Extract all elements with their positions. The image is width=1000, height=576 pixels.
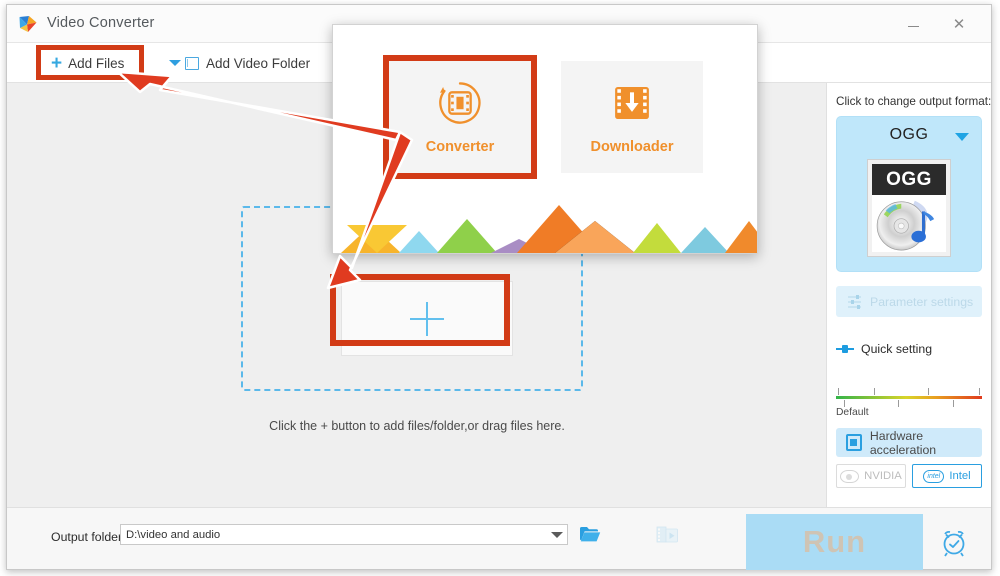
gpu-option-nvidia[interactable]: NVIDIA bbox=[836, 464, 906, 488]
output-folder-input[interactable]: D:\video and audio bbox=[120, 524, 568, 545]
quality-slider-track bbox=[836, 396, 982, 399]
dropzone-hint: Click the + button to add files/folder,o… bbox=[269, 419, 565, 433]
run-label: Run bbox=[802, 524, 867, 559]
alarm-clock-icon bbox=[943, 531, 965, 557]
add-video-folder-button[interactable]: Add Video Folder bbox=[185, 43, 310, 83]
parameter-settings-button[interactable]: Parameter settings bbox=[836, 286, 982, 317]
output-folder-label: Output folder: bbox=[51, 530, 126, 544]
minimize-button[interactable] bbox=[891, 5, 935, 43]
intel-badge-icon: intel bbox=[923, 469, 945, 483]
cpu-chip-icon bbox=[846, 434, 862, 451]
output-settings-panel: Click to change output format: OGG OGG P… bbox=[827, 83, 991, 507]
gpu-option-intel-label: Intel bbox=[949, 470, 971, 482]
output-format-thumbnail: OGG bbox=[867, 159, 951, 257]
converter-film-circle-icon bbox=[439, 82, 481, 124]
plus-button-highlight-box bbox=[330, 274, 510, 346]
gpu-option-intel[interactable]: intel Intel bbox=[912, 464, 982, 488]
quality-slider[interactable]: Default bbox=[836, 384, 982, 418]
alarm-button[interactable] bbox=[923, 514, 985, 570]
add-files-dropdown-button[interactable] bbox=[164, 43, 186, 83]
gpu-option-nvidia-label: NVIDIA bbox=[864, 470, 902, 482]
screen: Video Converter ✕ + Add Files Add Video … bbox=[0, 0, 1000, 576]
output-folder-value: D:\video and audio bbox=[126, 529, 221, 541]
output-format-label: Click to change output format: bbox=[836, 95, 992, 108]
mode-converter-label: Converter bbox=[425, 139, 495, 155]
run-button[interactable]: Run bbox=[746, 514, 923, 570]
download-film-icon bbox=[615, 87, 649, 119]
chevron-down-icon[interactable] bbox=[955, 133, 969, 141]
close-button[interactable]: ✕ bbox=[937, 5, 981, 43]
mode-downloader-button[interactable]: Downloader bbox=[561, 61, 703, 173]
sliders-icon bbox=[848, 294, 861, 309]
audio-disc-icon bbox=[876, 200, 935, 251]
open-media-button[interactable] bbox=[656, 524, 678, 544]
mode-downloader-label: Downloader bbox=[590, 139, 674, 155]
minimize-icon bbox=[907, 25, 919, 27]
hardware-acceleration-label: Hardware acceleration bbox=[869, 428, 937, 457]
media-folder-icon bbox=[656, 526, 678, 543]
quick-setting-row[interactable]: Quick setting bbox=[836, 342, 982, 356]
nvidia-eye-icon bbox=[840, 469, 860, 483]
output-format-card[interactable]: OGG OGG bbox=[836, 116, 982, 272]
open-folder-icon bbox=[580, 527, 601, 542]
window-title: Video Converter bbox=[47, 15, 155, 31]
gpu-options: NVIDIA intel Intel bbox=[836, 464, 982, 488]
mode-converter-button[interactable]: Converter bbox=[389, 61, 531, 173]
close-icon: ✕ bbox=[952, 16, 966, 33]
add-video-folder-label: Add Video Folder bbox=[206, 55, 311, 71]
browse-folder-button[interactable] bbox=[579, 525, 601, 543]
chevron-down-icon[interactable] bbox=[551, 532, 563, 538]
parameter-settings-label: Parameter settings bbox=[870, 294, 974, 309]
video-folder-icon bbox=[185, 56, 199, 70]
quick-setting-label: Quick setting bbox=[861, 342, 933, 356]
bottom-bar: Output folder: D:\video and audio Run bbox=[7, 507, 991, 570]
slider-default-label: Default bbox=[836, 407, 869, 418]
decorative-triangle-band bbox=[333, 197, 757, 253]
chevron-down-icon bbox=[169, 60, 181, 66]
format-thumb-text: OGG bbox=[872, 164, 946, 195]
add-files-highlight-box bbox=[36, 45, 144, 80]
mode-chooser-overlay: Converter Downloader bbox=[332, 24, 758, 254]
slider-handle-icon bbox=[836, 344, 854, 354]
app-logo-icon bbox=[18, 15, 38, 34]
hardware-acceleration-toggle[interactable]: Hardware acceleration bbox=[836, 428, 982, 457]
